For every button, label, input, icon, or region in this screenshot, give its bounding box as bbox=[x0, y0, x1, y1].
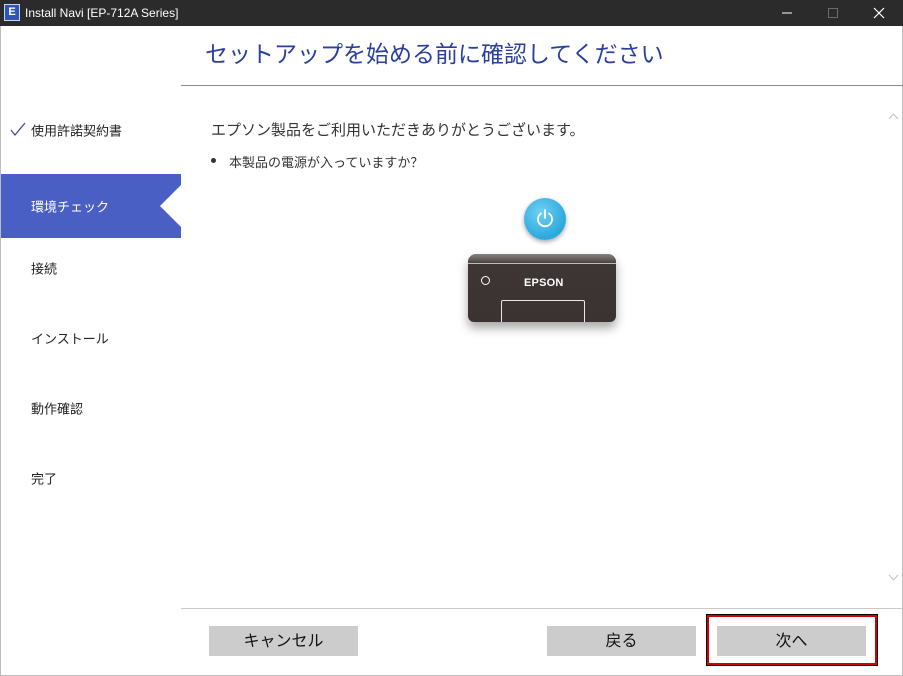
page-title: セットアップを始める前に確認してください bbox=[205, 42, 664, 68]
window-title: Install Navi [EP-712A Series] bbox=[25, 6, 179, 20]
main-content: エプソン製品をご利用いただきありがとうございます。 本製品の電源が入っていますか… bbox=[181, 86, 903, 608]
setup-steps-sidebar: 使用許諾契約書 環境チェック 接続 インストール 動作確認 完了 bbox=[1, 86, 181, 608]
step-install: インストール bbox=[1, 306, 181, 370]
footer-divider bbox=[181, 608, 903, 609]
step-label: 完了 bbox=[31, 472, 58, 488]
step-label: 接続 bbox=[31, 262, 58, 278]
step-license-agreement: 使用許諾契約書 bbox=[1, 98, 181, 162]
step-connection: 接続 bbox=[1, 236, 181, 300]
step-label: インストール bbox=[31, 332, 109, 348]
close-icon bbox=[873, 7, 885, 19]
content-scrollbar[interactable] bbox=[885, 100, 902, 590]
printer-power-led bbox=[481, 276, 490, 285]
step-label: 環境チェック bbox=[31, 200, 110, 216]
step-complete: 完了 bbox=[1, 446, 181, 510]
checkmark-icon bbox=[10, 122, 26, 137]
printer-top bbox=[468, 254, 616, 264]
power-icon bbox=[537, 209, 553, 228]
app-icon: E bbox=[4, 4, 20, 21]
title-bar: E Install Navi [EP-712A Series] bbox=[0, 0, 903, 26]
bullet-item: 本製品の電源が入っていますか？ bbox=[211, 152, 424, 171]
next-button[interactable]: 次へ bbox=[717, 626, 866, 656]
cancel-button[interactable]: キャンセル bbox=[209, 626, 358, 656]
printer-illustration: EPSON bbox=[468, 254, 616, 322]
power-button-illustration bbox=[524, 198, 566, 240]
greeting-text: エプソン製品をご利用いただきありがとうございます。 bbox=[211, 121, 585, 139]
printer-output-tray bbox=[501, 300, 585, 322]
minimize-icon bbox=[782, 12, 792, 14]
step-operation-check: 動作確認 bbox=[1, 376, 181, 440]
maximize-icon bbox=[828, 8, 838, 18]
bullet-dot bbox=[211, 158, 216, 163]
close-button[interactable] bbox=[856, 0, 902, 26]
step-label: 使用許諾契約書 bbox=[31, 124, 123, 140]
step-environment-check: 環境チェック bbox=[1, 174, 181, 238]
printer-brand-logo: EPSON bbox=[524, 277, 564, 289]
step-label: 動作確認 bbox=[31, 402, 84, 418]
maximize-button[interactable] bbox=[810, 0, 856, 26]
back-button[interactable]: 戻る bbox=[547, 626, 696, 656]
bullet-text: 本製品の電源が入っていますか？ bbox=[229, 156, 424, 171]
minimize-button[interactable] bbox=[764, 0, 810, 26]
scroll-up-icon[interactable] bbox=[888, 112, 899, 120]
scroll-down-icon[interactable] bbox=[888, 574, 899, 582]
